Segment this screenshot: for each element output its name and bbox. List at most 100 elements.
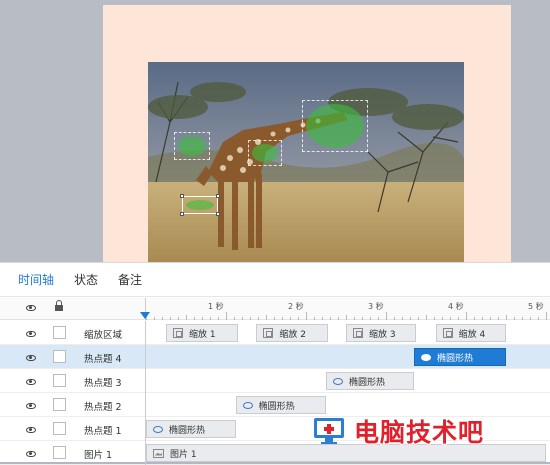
ellipse-icon bbox=[242, 401, 253, 409]
time-ruler[interactable]: 1 秒 2 秒 3 秒 4 秒 5 秒 bbox=[145, 298, 550, 320]
resize-handle[interactable] bbox=[180, 212, 184, 216]
ruler-label: 1 秒 bbox=[208, 302, 224, 311]
photo-illustration bbox=[148, 62, 464, 262]
ruler-label: 2 秒 bbox=[288, 302, 304, 311]
track-row[interactable]: 热点题 4 椭圆形热 bbox=[0, 345, 550, 369]
hotspot-3-ellipse bbox=[178, 136, 206, 156]
hotspot-2[interactable] bbox=[248, 140, 282, 166]
editing-canvas[interactable] bbox=[0, 0, 550, 267]
visibility-toggle[interactable] bbox=[26, 329, 36, 340]
tab-state[interactable]: 状态 bbox=[74, 271, 98, 288]
eye-icon bbox=[26, 355, 36, 361]
lock-column-header[interactable] bbox=[48, 300, 70, 312]
ruler-tick bbox=[490, 317, 491, 320]
ruler-tick bbox=[434, 317, 435, 320]
ruler-tick bbox=[450, 317, 451, 320]
watermark-text: 电脑技术吧 bbox=[354, 418, 485, 447]
track-name: 热点题 4 bbox=[84, 354, 122, 365]
timeline-clip[interactable]: 椭圆形热 bbox=[235, 396, 326, 414]
resize-handle[interactable] bbox=[180, 194, 184, 198]
timeline-clip[interactable]: 椭圆形热 bbox=[146, 420, 236, 438]
lock-checkbox[interactable] bbox=[53, 374, 66, 387]
ruler-tick bbox=[394, 317, 395, 320]
ruler-tick bbox=[290, 317, 291, 320]
ruler-tick bbox=[378, 317, 379, 320]
ruler-tick bbox=[426, 315, 427, 320]
track-name: 热点题 3 bbox=[84, 378, 122, 389]
timeline-clip[interactable]: 缩放 2 bbox=[256, 324, 329, 342]
clip-label: 缩放 3 bbox=[369, 329, 396, 340]
lock-checkbox[interactable] bbox=[53, 326, 66, 339]
ruler-tick bbox=[538, 317, 539, 320]
track-name: 热点题 2 bbox=[84, 402, 122, 413]
eye-icon bbox=[26, 331, 36, 337]
ruler-tick bbox=[258, 317, 259, 320]
ruler-tick bbox=[482, 317, 483, 320]
track-name: 热点题 1 bbox=[84, 426, 122, 437]
track-lane[interactable]: 椭圆形热 bbox=[145, 345, 550, 369]
hotspot-1[interactable] bbox=[180, 194, 220, 216]
visibility-column-header[interactable] bbox=[20, 303, 42, 314]
clip-label: 缩放 1 bbox=[189, 329, 216, 340]
playhead-marker[interactable] bbox=[140, 312, 150, 319]
ruler-tick bbox=[306, 312, 307, 320]
ruler-tick bbox=[282, 317, 283, 320]
timeline-clip[interactable]: 缩放 4 bbox=[435, 324, 506, 342]
ruler-tick bbox=[162, 317, 163, 320]
hotspot-3[interactable] bbox=[174, 132, 210, 160]
timeline-clip[interactable]: 缩放 1 bbox=[166, 324, 238, 342]
hotspot-4[interactable] bbox=[302, 100, 368, 152]
ruler-tick bbox=[522, 317, 523, 320]
ruler-tick bbox=[402, 317, 403, 320]
ruler-tick bbox=[298, 317, 299, 320]
visibility-toggle[interactable] bbox=[26, 377, 36, 388]
track-row[interactable]: 缩放区域 缩放 1 缩放 2 缩放 3 缩放 4 bbox=[0, 321, 550, 345]
ruler-tick bbox=[338, 317, 339, 320]
watermark: 电脑技术吧 bbox=[312, 413, 484, 449]
tab-notes[interactable]: 备注 bbox=[118, 271, 142, 288]
track-row[interactable]: 热点题 3 椭圆形热 bbox=[0, 369, 550, 393]
visibility-toggle[interactable] bbox=[26, 449, 36, 460]
track-lane[interactable]: 椭圆形热 bbox=[145, 369, 550, 393]
ruler-label: 3 秒 bbox=[368, 302, 384, 311]
ellipse-icon bbox=[153, 425, 163, 433]
ruler-tick bbox=[442, 317, 443, 320]
resize-handle[interactable] bbox=[216, 212, 220, 216]
zoom-icon bbox=[173, 328, 183, 338]
lock-checkbox[interactable] bbox=[53, 350, 66, 363]
ruler-tick bbox=[346, 315, 347, 320]
ruler-label: 5 秒 bbox=[528, 302, 544, 311]
timeline-clip[interactable]: 缩放 3 bbox=[346, 324, 417, 342]
ruler-tick bbox=[514, 317, 515, 320]
ruler-tick bbox=[242, 317, 243, 320]
ruler-tick bbox=[178, 317, 179, 320]
timeline-clip[interactable]: 椭圆形热 bbox=[414, 348, 506, 366]
ruler-tick bbox=[170, 317, 171, 320]
clip-label: 图片 1 bbox=[170, 449, 197, 460]
ruler-tick bbox=[466, 312, 467, 320]
eye-icon bbox=[26, 451, 36, 457]
ruler-tick bbox=[314, 317, 315, 320]
ruler-tick bbox=[498, 317, 499, 320]
ruler-label: 4 秒 bbox=[448, 302, 464, 311]
resize-handle[interactable] bbox=[216, 194, 220, 198]
lock-icon bbox=[55, 300, 63, 311]
ruler-tick bbox=[546, 312, 547, 320]
ruler-tick bbox=[250, 317, 251, 320]
hotspot-2-ellipse bbox=[252, 144, 278, 162]
timeline-clip[interactable]: 椭圆形热 bbox=[326, 372, 414, 390]
lock-checkbox[interactable] bbox=[53, 422, 66, 435]
visibility-toggle[interactable] bbox=[26, 401, 36, 412]
clip-label: 椭圆形热 bbox=[258, 401, 295, 412]
visibility-toggle[interactable] bbox=[26, 353, 36, 364]
ruler-tick bbox=[210, 317, 211, 320]
tab-timeline[interactable]: 时间轴 bbox=[18, 271, 54, 288]
visibility-toggle[interactable] bbox=[26, 425, 36, 436]
ruler-tick bbox=[410, 317, 411, 320]
ruler-tick bbox=[386, 312, 387, 320]
giraffe-photo[interactable] bbox=[148, 62, 464, 262]
ruler-tick bbox=[218, 317, 219, 320]
lock-checkbox[interactable] bbox=[53, 446, 66, 459]
lock-checkbox[interactable] bbox=[53, 398, 66, 411]
track-lane[interactable]: 缩放 1 缩放 2 缩放 3 缩放 4 bbox=[145, 321, 550, 345]
